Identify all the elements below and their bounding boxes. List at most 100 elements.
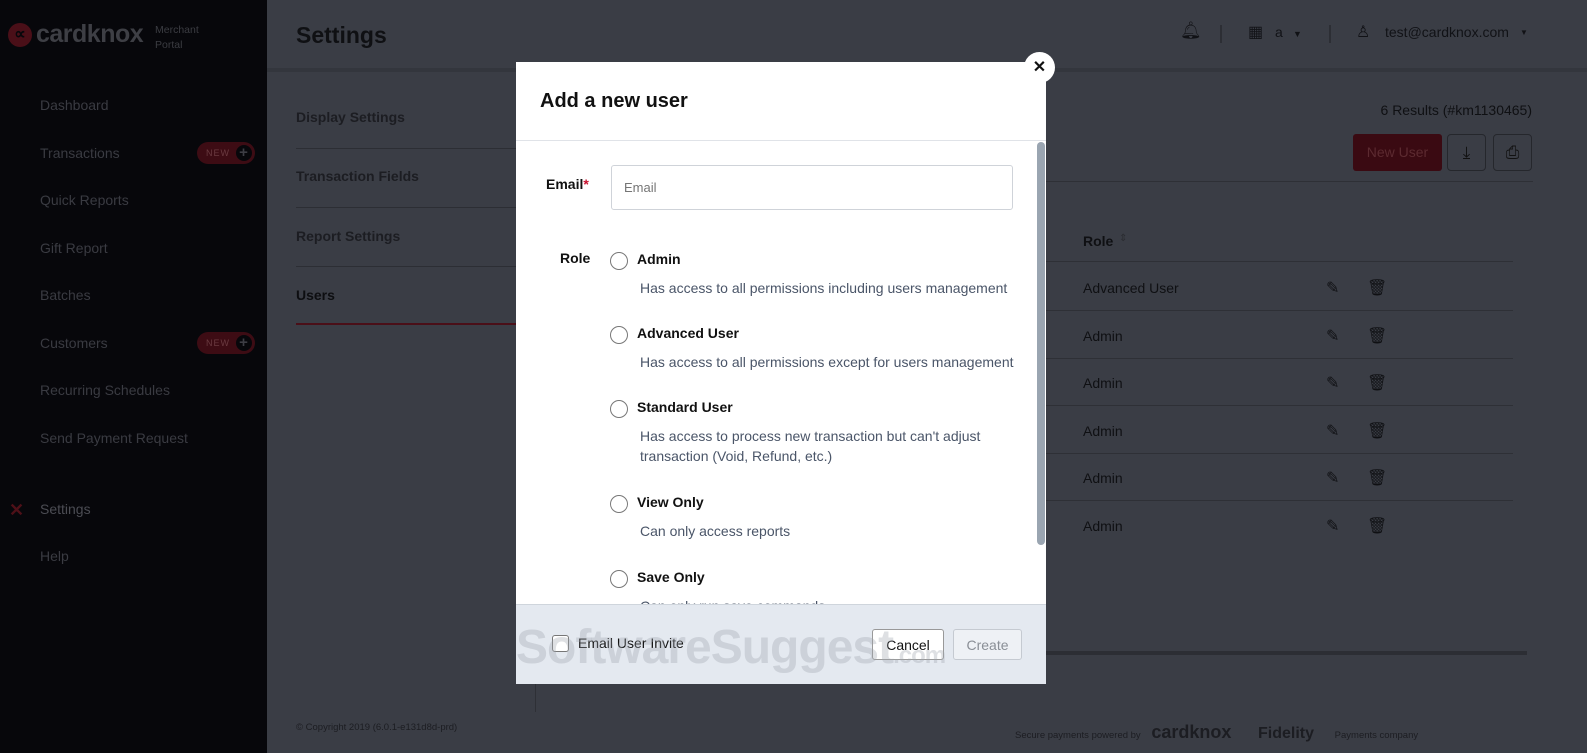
sort-icon[interactable]: ⇕ xyxy=(1119,233,1127,244)
powered-by-text: Secure payments powered by xyxy=(1015,730,1141,741)
role-cell: Admin xyxy=(1083,470,1123,486)
divider xyxy=(296,207,520,208)
chevron-down-icon[interactable]: ▼ xyxy=(1293,29,1302,39)
settings-tools-icon: ✕ xyxy=(9,500,25,520)
role-option-description: Has access to all permissions including … xyxy=(640,280,1008,296)
divider xyxy=(1329,25,1331,43)
role-radio[interactable] xyxy=(610,495,628,513)
chevron-down-icon[interactable]: ▼ xyxy=(1520,28,1528,37)
cardknox-logo-icon: ∝ xyxy=(8,22,32,47)
plus-icon: + xyxy=(236,145,252,161)
logo[interactable]: ∝ cardknox xyxy=(8,20,144,49)
sidebar-item-recurring-schedules[interactable]: Recurring Schedules xyxy=(40,382,170,398)
divider xyxy=(296,148,520,149)
divider xyxy=(1046,452,1513,454)
divider xyxy=(1046,181,1533,182)
print-icon[interactable]: ⎙ xyxy=(1493,134,1532,171)
role-radio[interactable] xyxy=(610,400,628,418)
column-header-role[interactable]: Role xyxy=(1083,233,1113,249)
user-menu[interactable]: test@cardknox.com xyxy=(1385,24,1509,40)
cancel-button[interactable]: Cancel xyxy=(872,629,944,660)
sidebar-item-quick-reports[interactable]: Quick Reports xyxy=(40,192,129,208)
role-option-description: Can only access reports xyxy=(640,523,791,539)
edit-icon[interactable]: ✎ xyxy=(1326,326,1339,346)
bell-icon[interactable]: 🔔︎ xyxy=(1180,21,1202,41)
trash-icon[interactable]: 🗑︎ xyxy=(1367,421,1387,441)
role-option-description: Has access to process new transaction bu… xyxy=(640,428,981,464)
subnav-report-settings[interactable]: Report Settings xyxy=(296,228,520,244)
email-invite-checkbox[interactable] xyxy=(552,635,569,652)
role-option-label[interactable]: Advanced User xyxy=(637,325,739,341)
divider xyxy=(1220,25,1222,43)
subnav-users[interactable]: Users xyxy=(296,287,520,303)
edit-icon[interactable]: ✎ xyxy=(1326,421,1339,441)
sidebar-item-help[interactable]: Help xyxy=(40,548,69,564)
sidebar-item-customers[interactable]: Customers xyxy=(40,335,108,351)
powered-by: Secure payments powered by cardknox Fide… xyxy=(1015,722,1418,743)
subnav-transaction-fields[interactable]: Transaction Fields xyxy=(296,168,520,184)
required-marker: * xyxy=(583,176,589,192)
logo-text: cardknox xyxy=(36,20,144,48)
divider xyxy=(1046,500,1513,501)
divider xyxy=(1046,310,1513,311)
partner-suffix: Payments company xyxy=(1334,730,1419,741)
role-option-label[interactable]: Save Only xyxy=(637,569,705,585)
role-cell: Admin xyxy=(1083,375,1123,391)
email-invite-label[interactable]: Email User Invite xyxy=(578,635,684,651)
portal-label: Merchant Portal xyxy=(155,24,199,51)
active-underline xyxy=(296,323,520,325)
trash-icon[interactable]: 🗑︎ xyxy=(1367,278,1387,298)
role-cell: Admin xyxy=(1083,422,1123,439)
role-cell: Advanced User xyxy=(1083,280,1179,296)
divider xyxy=(296,266,520,267)
scrollbar[interactable] xyxy=(1037,142,1045,545)
modal-footer: Email User Invite Cancel Create xyxy=(516,604,1046,684)
new-user-button[interactable]: New User xyxy=(1353,134,1442,171)
sidebar-item-transactions[interactable]: Transactions xyxy=(40,145,120,161)
badge-label: NEW xyxy=(206,338,230,348)
edit-icon[interactable]: ✎ xyxy=(1326,516,1339,536)
footer-brand-logo: cardknox xyxy=(1151,722,1232,742)
sidebar-item-gift-report[interactable]: Gift Report xyxy=(40,240,108,256)
create-button[interactable]: Create xyxy=(953,629,1022,660)
user-icon: ♙ xyxy=(1356,24,1371,41)
trash-icon[interactable]: 🗑︎ xyxy=(1367,468,1387,488)
add-user-modal: Add a new user Email* Role Admin Has acc… xyxy=(516,62,1046,684)
copyright: © Copyright 2019 (6.0.1-e131d8d-prd) xyxy=(296,722,458,733)
role-radio[interactable] xyxy=(610,570,628,588)
close-icon[interactable]: ✕ xyxy=(1024,52,1055,83)
role-radio[interactable] xyxy=(610,252,628,270)
edit-icon[interactable]: ✎ xyxy=(1326,373,1339,393)
role-cell: Admin xyxy=(1083,327,1123,344)
download-icon[interactable]: ⤓ xyxy=(1447,134,1486,171)
email-label: Email* xyxy=(546,176,589,192)
new-transaction-badge[interactable]: NEW + xyxy=(197,142,255,164)
subnav-display-settings[interactable]: Display Settings xyxy=(296,109,520,125)
sidebar: ∝ cardknox Merchant Portal Dashboard Tra… xyxy=(0,0,267,753)
results-count: 6 Results (#km1130465) xyxy=(1380,102,1532,118)
role-option-label[interactable]: Admin xyxy=(637,251,681,267)
trash-icon[interactable]: 🗑︎ xyxy=(1367,373,1387,393)
divider xyxy=(516,140,1046,141)
role-option-description: Has access to all permissions except for… xyxy=(640,354,1014,370)
role-label: Role xyxy=(560,250,591,266)
role-option-label[interactable]: Standard User xyxy=(637,399,733,415)
new-customer-badge[interactable]: NEW + xyxy=(197,332,255,354)
role-option-label[interactable]: View Only xyxy=(637,494,704,510)
sidebar-item-send-payment-request[interactable]: Send Payment Request xyxy=(40,430,188,446)
sidebar-item-settings[interactable]: Settings xyxy=(40,501,91,517)
email-input[interactable] xyxy=(611,165,1013,210)
divider xyxy=(1046,261,1513,262)
sidebar-item-dashboard[interactable]: Dashboard xyxy=(40,97,109,113)
trash-icon[interactable]: 🗑︎ xyxy=(1367,516,1387,536)
edit-icon[interactable]: ✎ xyxy=(1326,468,1339,488)
edit-icon[interactable]: ✎ xyxy=(1326,278,1339,298)
plus-icon: + xyxy=(236,335,252,351)
account-selector[interactable]: a xyxy=(1275,24,1283,40)
trash-icon[interactable]: 🗑︎ xyxy=(1367,326,1387,346)
role-radio[interactable] xyxy=(610,326,628,344)
sidebar-item-batches[interactable]: Batches xyxy=(40,287,91,303)
modal-title: Add a new user xyxy=(540,90,688,112)
building-icon: ▦ xyxy=(1248,24,1264,41)
page-title: Settings xyxy=(296,22,387,48)
